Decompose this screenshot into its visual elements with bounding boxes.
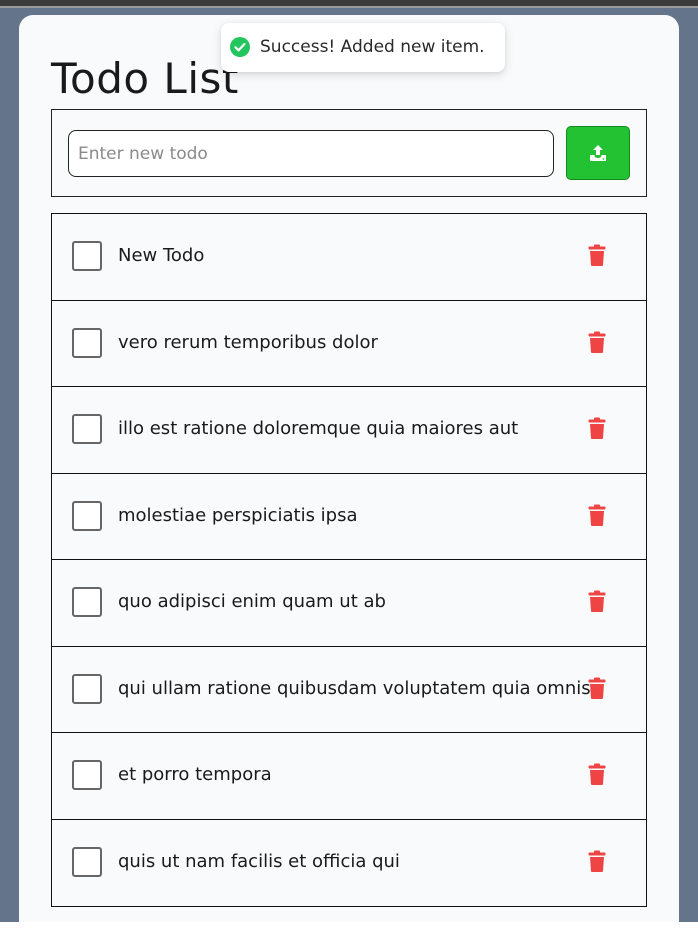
- trash-icon[interactable]: [588, 850, 606, 872]
- toast-message: Success! Added new item.: [260, 37, 485, 57]
- todo-text: vero rerum temporibus dolor: [118, 331, 378, 353]
- trash-icon[interactable]: [588, 590, 606, 612]
- check-circle-icon: [230, 37, 250, 57]
- todo-item: et porro tempora: [51, 732, 647, 820]
- todo-checkbox[interactable]: [72, 500, 102, 531]
- trash-icon[interactable]: [588, 677, 606, 699]
- trash-icon[interactable]: [588, 763, 606, 785]
- todo-text: et porro tempora: [118, 764, 272, 785]
- todo-text: molestiae perspiciatis ipsa: [118, 504, 358, 526]
- todo-text: qui ullam ratione quibusdam voluptatem q…: [118, 677, 591, 699]
- trash-icon[interactable]: [588, 417, 606, 439]
- page-bottom-strip: [0, 922, 698, 934]
- todo-checkbox[interactable]: [72, 414, 102, 444]
- todo-checkbox[interactable]: [72, 241, 102, 271]
- trash-icon[interactable]: [588, 504, 606, 526]
- todo-checkbox[interactable]: [72, 760, 102, 790]
- todo-checkbox[interactable]: [72, 587, 102, 617]
- page-title: Todo List: [51, 54, 239, 103]
- trash-icon[interactable]: [588, 331, 606, 353]
- success-toast: Success! Added new item.: [221, 23, 505, 72]
- todo-text: New Todo: [118, 245, 205, 266]
- new-todo-form: [51, 109, 647, 197]
- upload-icon: [590, 145, 606, 161]
- new-todo-input[interactable]: [68, 130, 554, 177]
- todo-text: quis ut nam facilis et officia qui: [118, 850, 400, 872]
- todo-item: illo est ratione doloremque quia maiores…: [51, 386, 647, 474]
- todo-item: molestiae perspiciatis ipsa: [51, 472, 647, 561]
- todo-item: quis ut nam facilis et officia qui: [51, 818, 647, 907]
- todo-item: vero rerum temporibus dolor: [51, 299, 647, 388]
- todo-checkbox[interactable]: [72, 846, 102, 877]
- todo-item: quo adipisci enim quam ut ab: [51, 559, 647, 647]
- trash-icon[interactable]: [588, 244, 606, 266]
- todo-text: illo est ratione doloremque quia maiores…: [118, 418, 519, 439]
- browser-top-strip: [0, 0, 698, 8]
- todo-checkbox[interactable]: [72, 673, 102, 704]
- add-todo-button[interactable]: [566, 126, 630, 180]
- todo-item: qui ullam ratione quibusdam voluptatem q…: [51, 645, 647, 734]
- todo-item: New Todo: [51, 213, 647, 301]
- todo-list: New Todo vero rerum temporibus dolor illo …: [51, 213, 647, 907]
- todo-checkbox[interactable]: [72, 327, 102, 358]
- todo-text: quo adipisci enim quam ut ab: [118, 591, 386, 612]
